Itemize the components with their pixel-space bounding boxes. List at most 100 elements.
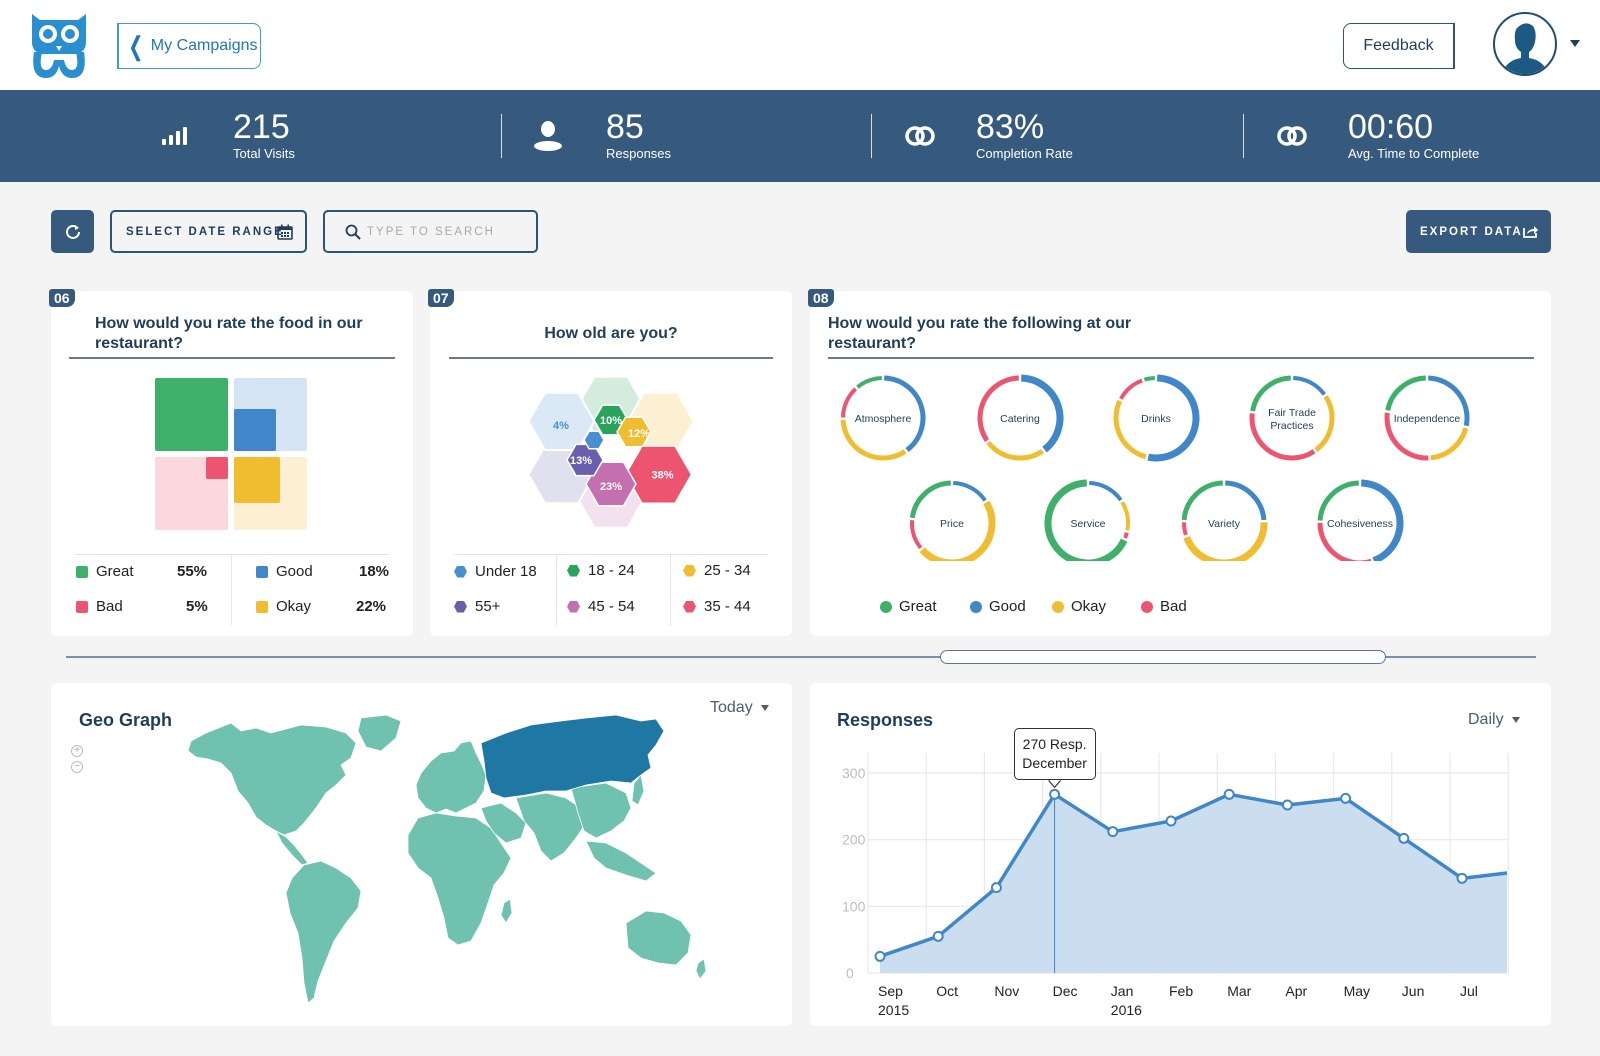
title-underline xyxy=(69,357,395,359)
legend-label: 45 - 54 xyxy=(588,598,635,615)
okay-dot xyxy=(1052,600,1064,613)
question-title: How would you rate the following at our … xyxy=(828,315,1132,352)
hex-label: 4% xyxy=(553,420,569,432)
legend-divider xyxy=(556,555,557,625)
legend-value: 5% xyxy=(186,598,208,615)
calendar-icon xyxy=(277,224,293,240)
legend-bad: Bad xyxy=(1141,598,1187,615)
donut-segment-great xyxy=(1385,375,1426,412)
export-label: EXPORT DATA xyxy=(1420,225,1523,238)
data-point-apr[interactable] xyxy=(1281,799,1293,811)
map-greenland xyxy=(357,714,402,752)
legend-okay: Okay xyxy=(1052,598,1106,615)
legend-label: Bad xyxy=(96,598,123,615)
legend-under-18: Under 18 xyxy=(454,563,537,580)
legend-35-44: 35 - 44 xyxy=(683,598,751,615)
legend-label: Great xyxy=(899,598,937,615)
question-number: 06 xyxy=(49,289,75,307)
y-tick-label: 100 xyxy=(842,898,866,914)
question-number: 07 xyxy=(428,289,454,307)
data-point-jul[interactable] xyxy=(1456,872,1468,884)
signal-bars-icon xyxy=(162,127,187,145)
donut-label: Variety xyxy=(1208,518,1241,530)
donut-catering: Catering xyxy=(977,374,1064,461)
my-campaigns-back-button[interactable]: ❮ My Campaigns xyxy=(117,23,261,69)
donut-atmosphere: Atmosphere xyxy=(840,375,926,461)
data-point-jan[interactable] xyxy=(1107,826,1119,838)
stat-label: Total Visits xyxy=(233,146,295,161)
data-point-oct[interactable] xyxy=(932,930,944,942)
donut-segment-okay xyxy=(1314,395,1335,452)
geo-period-dropdown[interactable]: Today xyxy=(710,699,769,717)
hex-swatch xyxy=(683,564,696,577)
square-good-value xyxy=(234,409,276,451)
dropdown-value: Today xyxy=(710,699,753,716)
legend-divider xyxy=(75,554,389,555)
donut-segment-okay xyxy=(986,440,1044,461)
donut-segment-good xyxy=(953,481,987,502)
user-menu-caret-icon[interactable] xyxy=(1570,40,1580,47)
feedback-button[interactable]: Feedback xyxy=(1343,23,1455,69)
donut-label: Price xyxy=(940,518,964,530)
donut-segment-okay xyxy=(919,500,996,561)
x-tick-label: Dec xyxy=(1053,983,1078,999)
export-data-button[interactable]: EXPORT DATA xyxy=(1406,210,1551,253)
hex-swatch xyxy=(567,600,580,613)
donut-service: Service xyxy=(1044,479,1130,561)
stat-value: 83% xyxy=(976,108,1045,146)
search-input[interactable] xyxy=(367,225,527,238)
data-point-sep[interactable] xyxy=(874,950,886,962)
legend-okay: Okay xyxy=(256,598,311,615)
legend-label: Great xyxy=(96,563,134,580)
caret-down-icon xyxy=(760,705,769,711)
y-tick-label: 0 xyxy=(846,965,854,981)
legend-divider xyxy=(454,554,768,555)
x-tick-label: Jul xyxy=(1460,983,1478,999)
donut-label: Service xyxy=(1070,518,1105,530)
hexagon-chart: 10% 12% 38% 23% 13% 4% xyxy=(527,375,695,529)
legend-good: Good xyxy=(256,563,313,580)
legend-label: 25 - 34 xyxy=(704,562,751,579)
legend-great: Great xyxy=(76,563,134,580)
stat-divider xyxy=(501,114,502,158)
data-point-dec[interactable] xyxy=(1049,788,1061,800)
data-point-may[interactable] xyxy=(1340,792,1352,804)
donut-segment-okay xyxy=(1120,501,1130,531)
refresh-button[interactable] xyxy=(51,210,94,253)
responses-area-chart: 0 100 200 300 Sep 2015 Oct Nov Dec Jan 2016 Feb Mar A… xyxy=(842,753,1509,1018)
legend-55-plus: 55+ xyxy=(454,598,500,615)
title-underline xyxy=(828,357,1534,359)
legend-bad: Bad xyxy=(76,598,123,615)
legend-25-34: 25 - 34 xyxy=(683,562,751,579)
data-point-jun[interactable] xyxy=(1398,832,1410,844)
legend-great: Great xyxy=(880,598,937,615)
back-button-label: My Campaigns xyxy=(150,37,258,54)
donut-drinks: Drinks xyxy=(1113,374,1200,462)
map-europe xyxy=(415,740,487,814)
avatar[interactable] xyxy=(1493,12,1557,76)
zoom-out-icon[interactable]: − xyxy=(71,761,83,773)
bad-swatch xyxy=(76,600,88,613)
zoom-in-icon[interactable]: + xyxy=(71,745,83,757)
legend-label: Good xyxy=(989,598,1026,615)
data-point-feb[interactable] xyxy=(1165,815,1177,827)
x-tick-label: Jan xyxy=(1111,983,1134,999)
horizontal-scroll-thumb[interactable] xyxy=(940,650,1386,664)
search-box[interactable] xyxy=(323,210,538,253)
legend-label: Bad xyxy=(1160,598,1187,615)
chart-tooltip: 270 Resp. December xyxy=(1013,728,1096,781)
data-point-nov[interactable] xyxy=(990,882,1002,894)
hex-swatch xyxy=(454,600,467,613)
stats-bar: 215 Total Visits 85 Responses 83% Comple… xyxy=(0,90,1600,182)
square-bad-value xyxy=(206,457,228,479)
hex-label: 12% xyxy=(628,428,650,440)
owl-logo-icon[interactable] xyxy=(28,12,90,80)
data-point-mar[interactable] xyxy=(1223,788,1235,800)
legend-label: 35 - 44 xyxy=(704,598,751,615)
donut-label: Practices xyxy=(1270,420,1313,432)
legend-label: Under 18 xyxy=(475,563,537,580)
hex-label: 10% xyxy=(600,415,622,427)
stat-divider xyxy=(871,114,872,158)
select-date-range-button[interactable]: SELECT DATE RANGE xyxy=(110,210,307,253)
tooltip-pointer xyxy=(1048,779,1062,789)
